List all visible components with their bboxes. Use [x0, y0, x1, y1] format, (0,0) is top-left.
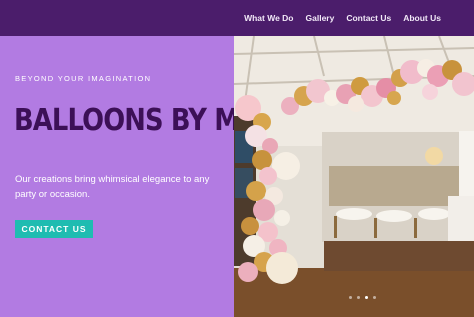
nav-link-about-us[interactable]: About Us — [403, 13, 441, 23]
nav-link-what-we-do[interactable]: What We Do — [244, 13, 293, 23]
contact-us-button[interactable]: CONTACT US — [15, 220, 93, 238]
slider-dot-active[interactable] — [365, 296, 368, 299]
slider-dot[interactable] — [349, 296, 352, 299]
nav-menu: What We Do Gallery Contact Us About Us — [244, 0, 441, 36]
top-navigation-bar: What We Do Gallery Contact Us About Us — [0, 0, 474, 36]
slider-dot[interactable] — [373, 296, 376, 299]
hero-eyebrow: BEYOND YOUR IMAGINATION — [15, 74, 152, 83]
nav-link-contact-us[interactable]: Contact Us — [346, 13, 391, 23]
hero-tagline: Our creations bring whimsical elegance t… — [15, 174, 210, 200]
balloon-arch-photo — [234, 36, 474, 317]
slider-pagination — [349, 296, 376, 299]
hero-image-balloon-arch — [234, 36, 474, 317]
nav-link-gallery[interactable]: Gallery — [306, 13, 335, 23]
hero-title: BALLOONS BY M — [14, 103, 240, 138]
slider-dot[interactable] — [357, 296, 360, 299]
